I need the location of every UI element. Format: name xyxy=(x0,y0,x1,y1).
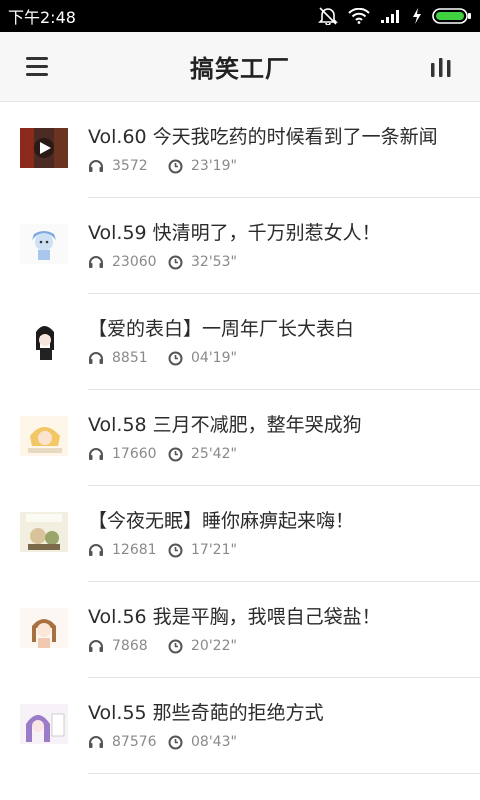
episode-title: Vol.59 快清明了，千万别惹女人！ xyxy=(88,222,381,244)
list-item[interactable]: 【爱的表白】一周年厂长大表白 8851 04'19" xyxy=(0,294,480,390)
play-count: 23060 xyxy=(112,254,157,270)
divider xyxy=(88,773,480,774)
clock-icon xyxy=(168,543,183,557)
duration: 04'19" xyxy=(191,350,237,366)
episode-thumbnail xyxy=(20,416,68,456)
episode-meta: 17660 25'42" xyxy=(88,446,237,462)
list-item[interactable]: 【今夜无眠】睡你麻痹起来嗨！ 12681 17'21" xyxy=(0,486,480,582)
play-count: 87576 xyxy=(112,734,157,750)
menu-icon xyxy=(26,57,48,76)
episode-title: 【爱的表白】一周年厂长大表白 xyxy=(88,318,355,340)
mute-icon xyxy=(318,7,338,25)
headphones-icon xyxy=(89,544,103,556)
episode-title: Vol.60 今天我吃药的时候看到了一条新闻 xyxy=(88,126,438,148)
list-item[interactable]: Vol.58 三月不减肥，整年哭成狗 17660 25'42" xyxy=(0,390,480,486)
list-item[interactable]: Vol.55 那些奇葩的拒绝方式 87576 08'43" xyxy=(0,678,480,774)
play-count: 17660 xyxy=(112,446,157,462)
episode-title: 【今夜无眠】睡你麻痹起来嗨！ xyxy=(88,510,355,532)
clock-icon xyxy=(168,735,183,749)
headphones-icon xyxy=(89,448,103,460)
episode-list: Vol.60 今天我吃药的时候看到了一条新闻 3572 23'19" Vol.5… xyxy=(0,102,480,774)
episode-thumbnail xyxy=(20,224,68,264)
headphones-icon xyxy=(89,352,103,364)
signal-icon xyxy=(380,8,402,24)
episode-title: Vol.56 我是平胸，我喂自己袋盐！ xyxy=(88,606,381,628)
episode-meta: 7868 20'22" xyxy=(88,638,237,654)
menu-button[interactable] xyxy=(24,54,52,80)
page-title: 搞笑工厂 xyxy=(190,55,290,83)
episode-meta: 23060 32'53" xyxy=(88,254,237,270)
status-time: 下午2:48 xyxy=(8,8,76,27)
episode-thumbnail xyxy=(20,320,68,360)
play-count: 3572 xyxy=(112,158,148,174)
duration: 17'21" xyxy=(191,542,237,558)
battery-icon xyxy=(432,7,472,25)
stats-icon xyxy=(431,58,451,77)
episode-thumbnail xyxy=(20,704,68,744)
list-item[interactable]: Vol.56 我是平胸，我喂自己袋盐！ 7868 20'22" xyxy=(0,582,480,678)
headphones-icon xyxy=(89,736,103,748)
clock-icon xyxy=(168,159,183,173)
charging-icon xyxy=(412,8,422,24)
wifi-icon xyxy=(348,8,370,24)
episode-meta: 12681 17'21" xyxy=(88,542,237,558)
play-count: 8851 xyxy=(112,350,148,366)
play-count: 7868 xyxy=(112,638,148,654)
clock-icon xyxy=(168,351,183,365)
episode-thumbnail xyxy=(20,512,68,552)
episode-thumbnail xyxy=(20,608,68,648)
episode-meta: 3572 23'19" xyxy=(88,158,237,174)
episode-title: Vol.58 三月不减肥，整年哭成狗 xyxy=(88,414,362,436)
duration: 32'53" xyxy=(191,254,237,270)
play-count: 12681 xyxy=(112,542,157,558)
list-item[interactable]: Vol.60 今天我吃药的时候看到了一条新闻 3572 23'19" xyxy=(0,102,480,198)
headphones-icon xyxy=(89,640,103,652)
episode-meta: 8851 04'19" xyxy=(88,350,237,366)
episode-thumbnail xyxy=(20,128,68,168)
duration: 23'19" xyxy=(191,158,237,174)
duration: 25'42" xyxy=(191,446,237,462)
duration: 08'43" xyxy=(191,734,237,750)
status-icons xyxy=(318,7,472,25)
duration: 20'22" xyxy=(191,638,237,654)
clock-icon xyxy=(168,447,183,461)
clock-icon xyxy=(168,255,183,269)
episode-title: Vol.55 那些奇葩的拒绝方式 xyxy=(88,702,324,724)
headphones-icon xyxy=(89,256,103,268)
app-bar: 搞笑工厂 xyxy=(0,32,480,102)
headphones-icon xyxy=(89,160,103,172)
list-item[interactable]: Vol.59 快清明了，千万别惹女人！ 23060 32'53" xyxy=(0,198,480,294)
clock-icon xyxy=(168,639,183,653)
status-bar: 下午2:48 xyxy=(0,0,480,32)
stats-button[interactable] xyxy=(428,54,454,80)
episode-meta: 87576 08'43" xyxy=(88,734,237,750)
